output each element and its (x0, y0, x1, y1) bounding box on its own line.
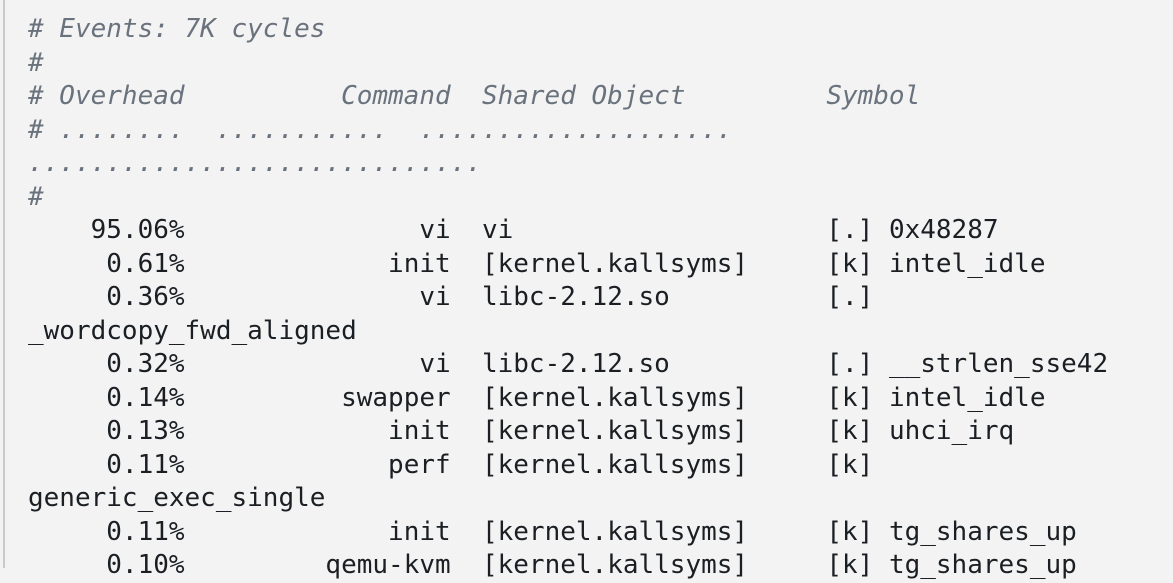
table-row: 95.06% vi vi [.] 0x48287 (28, 215, 999, 245)
table-row: 0.32% vi libc-2.12.so [.] __strlen_sse42 (28, 349, 1109, 379)
table-row: 0.61% init [kernel.kallsyms] [k] intel_i… (28, 248, 1046, 279)
table-row: 0.36% vi libc-2.12.so [.] _wordcopy_fwd_… (28, 282, 889, 346)
table-row: 0.14% swapper [kernel.kallsyms] [k] inte… (28, 382, 1046, 413)
table-row: 0.11% init [kernel.kallsyms] [k] tg_shar… (28, 516, 1077, 547)
perf-report-text: # Events: 7K cycles # # Overhead Command S… (0, 13, 1173, 583)
events-summary-line: # Events: 7K cycles (28, 14, 326, 44)
perf-report-output: # Events: 7K cycles # # Overhead Command S… (0, 0, 1173, 580)
table-row: 0.11% perf [kernel.kallsyms] [k] generic… (28, 449, 889, 514)
comment-blank-line-2: # (28, 181, 44, 212)
table-row: 0.10% qemu-kvm [kernel.kallsyms] [k] tg_… (28, 550, 1077, 580)
column-separator-line: # ........ ........... .................… (28, 114, 764, 179)
column-header-line: # Overhead Command Shared Object Symbol (28, 81, 921, 111)
table-row: 0.13% init [kernel.kallsyms] [k] uhci_ir… (28, 416, 1015, 446)
comment-blank-line-1: # (28, 47, 44, 78)
